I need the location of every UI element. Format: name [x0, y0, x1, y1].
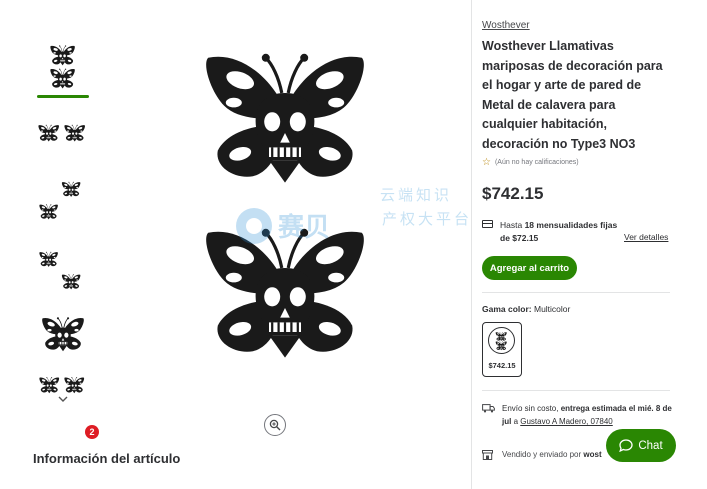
butterfly-skull-thumbnail-icon — [39, 251, 81, 290]
rating-text: (Aún no hay calificaciones) — [494, 159, 579, 166]
main-product-image — [190, 30, 380, 410]
product-price: $742.15 — [482, 184, 544, 203]
thumbnail-1[interactable] — [33, 40, 93, 98]
color-label: Gama color: Multicolor — [482, 304, 570, 314]
star-icon: ☆ — [482, 157, 491, 168]
shipping-prefix: Envío sin costo, — [502, 404, 561, 413]
thumbnail-4[interactable] — [33, 244, 93, 300]
thumbnail-5[interactable] — [33, 308, 93, 364]
watermark-line-2: 产权大平台 — [382, 210, 473, 228]
shipping-address-link[interactable]: Gustavo A Madero, 07840 — [520, 417, 613, 426]
butterfly-skull-thumbnail-icon — [38, 124, 86, 142]
butterfly-skull-thumbnail-icon — [495, 331, 507, 350]
thumbnail-2[interactable] — [33, 106, 93, 162]
chat-button[interactable]: Chat — [606, 429, 676, 462]
color-value: Multicolor — [533, 304, 571, 314]
column-divider — [471, 0, 472, 489]
product-title: Wosthever Llamativas mariposas de decora… — [482, 39, 663, 151]
thumbnail-6[interactable] — [33, 366, 93, 396]
chat-label: Chat — [638, 439, 663, 452]
swatch-price: $742.15 — [488, 361, 516, 370]
installments-bold: 18 mensualidades fijas — [524, 220, 618, 230]
truck-icon — [482, 404, 495, 413]
installments-prefix: Hasta — [500, 220, 525, 230]
zoom-in-icon — [269, 419, 281, 431]
butterfly-skull-thumbnail-icon — [39, 181, 81, 220]
store-icon — [482, 450, 493, 460]
add-to-cart-button[interactable]: Agregar al carrito — [482, 256, 577, 280]
watermark-line-1: 云端知识 — [380, 186, 453, 204]
credit-card-icon — [482, 220, 493, 228]
color-swatch[interactable]: $742.15 — [482, 322, 522, 377]
color-label-title: Gama color: — [482, 304, 532, 314]
details-link[interactable]: Ver detalles — [624, 232, 668, 242]
thumbnail-3[interactable] — [33, 174, 93, 230]
item-info-heading: Información del artículo — [33, 451, 181, 466]
notification-badge: 2 — [85, 425, 99, 439]
butterfly-skull-thumbnail-icon — [50, 45, 76, 89]
installments-amount: de $72.15 — [500, 233, 539, 243]
divider — [482, 390, 670, 391]
swatch-image — [488, 327, 515, 354]
butterfly-skull-thumbnail-icon — [41, 316, 85, 352]
rating-row[interactable]: ☆ (Aún no hay calificaciones) — [482, 157, 579, 168]
seller-prefix: Vendido y enviado por — [502, 450, 584, 459]
butterfly-skull-thumbnail-icon — [39, 376, 85, 394]
chat-bubble-icon — [619, 439, 633, 452]
brand-link[interactable]: Wosthever — [482, 20, 530, 31]
divider — [482, 292, 670, 293]
chevron-down-icon[interactable] — [58, 394, 68, 406]
zoom-button[interactable] — [264, 414, 286, 436]
seller-name[interactable]: wost — [583, 450, 601, 459]
shipping-mid: a — [511, 417, 521, 426]
